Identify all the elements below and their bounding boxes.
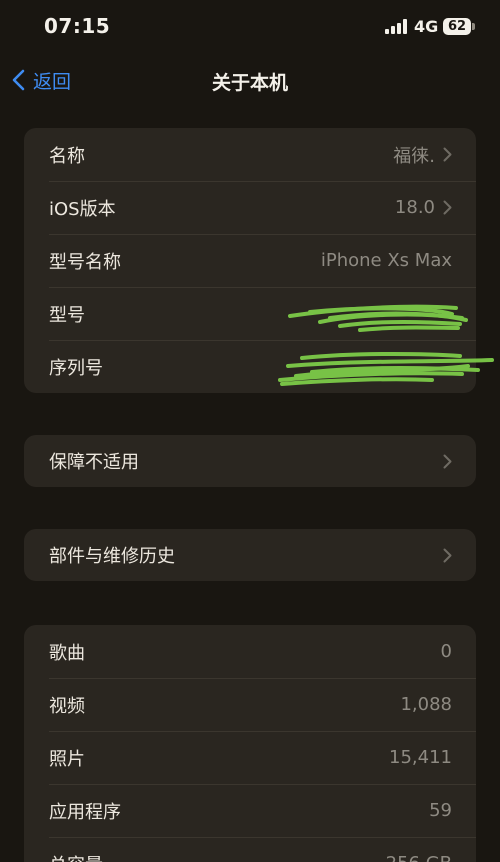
network-type: 4G [414, 17, 439, 36]
row-label: 型号名称 [49, 251, 121, 273]
battery-tip [472, 23, 475, 30]
chevron-right-icon [443, 454, 452, 468]
cellular-signal-icon [385, 19, 409, 34]
row-value: 256 GB [386, 853, 452, 862]
row-label: iOS版本 [49, 198, 116, 220]
row-label: 保障不适用 [49, 452, 139, 473]
warranty-group: 保障不适用 [24, 435, 476, 487]
row-applications: 应用程序 59 [24, 784, 476, 837]
stats-group: 歌曲 0 视频 1,088 照片 15,411 应用程序 59 总容量 256 … [24, 625, 476, 862]
navigation-bar: 返回 关于本机 [0, 54, 500, 106]
row-ios-version[interactable]: iOS版本 18.0 [24, 181, 476, 234]
row-photos: 照片 15,411 [24, 731, 476, 784]
row-value: 18.0 [394, 197, 435, 218]
row-label: 型号 [49, 304, 85, 326]
row-label: 照片 [49, 748, 85, 770]
row-value: 15,411 [389, 747, 452, 768]
row-label: 名称 [49, 145, 85, 167]
row-value: 福徕. [393, 145, 435, 167]
row-warranty[interactable]: 保障不适用 [24, 435, 476, 487]
parts-group: 部件与维修历史 [24, 529, 476, 581]
row-value: iPhone Xs Max [320, 250, 452, 271]
chevron-right-icon [443, 147, 452, 162]
row-label: 歌曲 [49, 642, 85, 664]
row-videos: 视频 1,088 [24, 678, 476, 731]
row-capacity: 总容量 256 GB [24, 837, 476, 862]
chevron-right-icon [443, 548, 452, 562]
row-label: 总容量 [49, 851, 386, 862]
page-title: 关于本机 [211, 72, 288, 94]
row-label: 视频 [49, 695, 85, 717]
row-label: 部件与维修历史 [49, 546, 175, 567]
row-model-name: 型号名称 iPhone Xs Max [24, 234, 476, 287]
row-value: 1,088 [400, 694, 452, 715]
row-value: 0 [440, 641, 452, 662]
row-model-number[interactable]: 型号 [24, 287, 476, 340]
chevron-right-icon [443, 200, 452, 215]
about-screen: 07:15 4G 62 返回 关于本机 名称 福徕. iOS版本 18.0 型号… [0, 0, 500, 862]
status-bar: 07:15 4G 62 [0, 0, 500, 54]
row-value: 59 [429, 800, 452, 821]
battery-icon: 62 [443, 18, 471, 35]
row-songs: 歌曲 0 [24, 625, 476, 678]
device-info-group: 名称 福徕. iOS版本 18.0 型号名称 iPhone Xs Max 型号 … [24, 128, 476, 393]
row-parts-service-history[interactable]: 部件与维修历史 [24, 529, 476, 581]
row-name[interactable]: 名称 福徕. [24, 128, 476, 181]
status-time: 07:15 [44, 14, 111, 38]
row-label: 序列号 [49, 357, 103, 379]
row-label: 应用程序 [49, 801, 121, 823]
row-serial-number[interactable]: 序列号 [24, 340, 476, 393]
